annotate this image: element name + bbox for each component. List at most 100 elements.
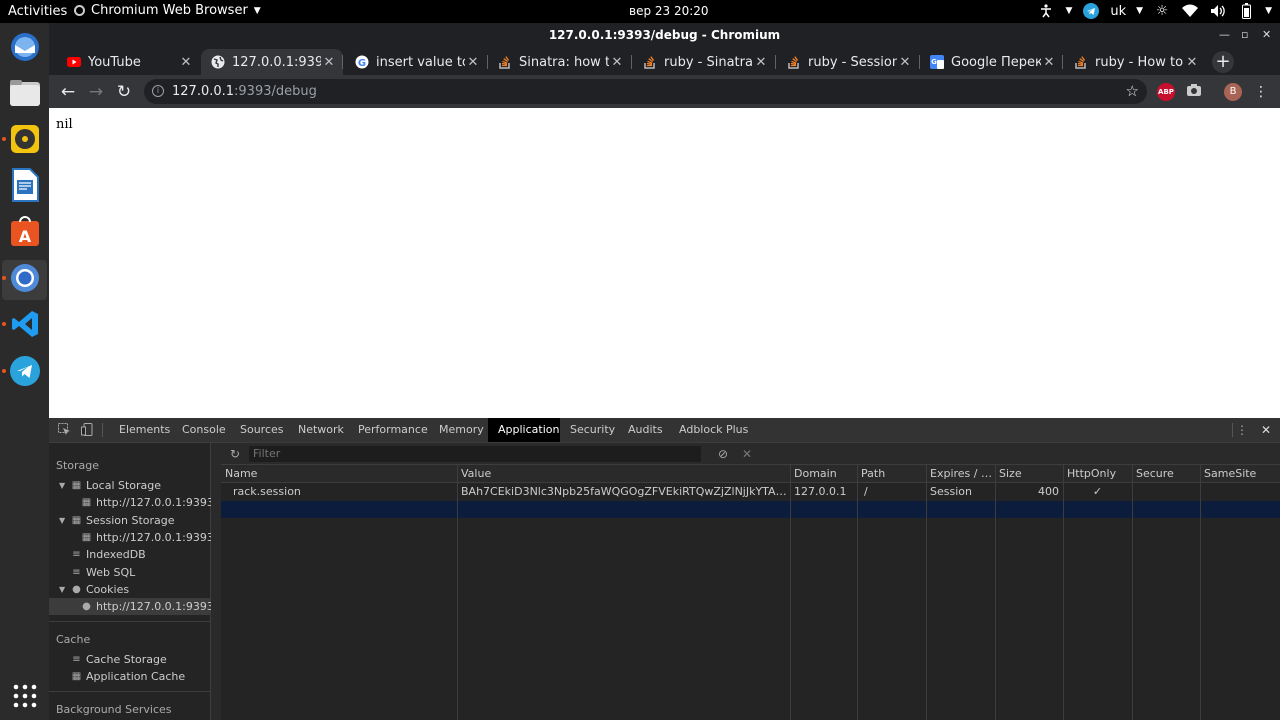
camera-icon[interactable] — [1185, 83, 1203, 101]
close-icon[interactable]: ✕ — [321, 55, 337, 70]
sidebar-item-cookies-origin[interactable]: ● http://127.0.0.1:9393 — [49, 598, 214, 615]
expand-triangle-icon[interactable]: ▼ — [59, 512, 65, 529]
tab-sinatra-how-to[interactable]: Sinatra: how to ✕ — [488, 49, 631, 75]
tab-label: ruby - Sessions — [808, 54, 897, 70]
forward-arrow-icon[interactable]: → — [85, 81, 107, 103]
brightness-icon[interactable]: ☼ — [1153, 2, 1171, 20]
inspect-element-icon[interactable] — [57, 423, 71, 437]
wifi-icon[interactable] — [1181, 2, 1199, 20]
tab-insert-value[interactable]: G insert value to ✕ — [345, 49, 487, 75]
delete-selected-icon[interactable]: ✕ — [740, 447, 754, 461]
tab-youtube[interactable]: YouTube ✕ — [57, 49, 200, 75]
back-arrow-icon[interactable]: ← — [57, 81, 79, 103]
close-icon[interactable]: ✕ — [753, 55, 769, 70]
thunderbird-icon[interactable] — [8, 30, 42, 64]
devtools-tab-sources[interactable]: Sources — [230, 418, 294, 442]
table-row-selected-empty[interactable] — [221, 501, 1280, 518]
column-header-name[interactable]: Name — [221, 465, 457, 483]
sidebar-scrollbar[interactable] — [211, 443, 221, 720]
activities-button[interactable]: Activities — [8, 4, 67, 19]
close-window-icon[interactable]: ✕ — [1262, 23, 1271, 47]
volume-icon[interactable] — [1209, 2, 1227, 20]
sidebar-item-indexeddb[interactable]: ≡ IndexedDB — [49, 546, 210, 563]
devtools-tab-adblock-plus[interactable]: Adblock Plus — [669, 418, 758, 442]
running-indicator — [2, 322, 6, 326]
libreoffice-writer-icon[interactable] — [8, 168, 42, 202]
devtools-tab-memory[interactable]: Memory — [429, 418, 494, 442]
devtools-tab-security[interactable]: Security — [560, 418, 625, 442]
svg-text:A: A — [19, 227, 32, 246]
telegram-icon[interactable] — [8, 354, 42, 388]
refresh-icon[interactable]: ↻ — [228, 447, 242, 461]
clear-all-icon[interactable]: ⊘ — [716, 447, 730, 461]
column-header-value[interactable]: Value — [457, 465, 790, 483]
tab-ruby-sinatra[interactable]: ruby - Sinatra c ✕ — [633, 49, 775, 75]
info-icon[interactable]: i — [152, 85, 164, 97]
adblock-plus-icon[interactable]: ABP — [1157, 83, 1175, 101]
column-header-size[interactable]: Size — [995, 465, 1063, 483]
minimize-icon[interactable]: — — [1219, 23, 1230, 47]
devtools-tab-application[interactable]: Application — [488, 418, 560, 442]
tab-ruby-sessions[interactable]: ruby - Sessions ✕ — [777, 49, 919, 75]
window-titlebar[interactable]: 127.0.0.1:9393/debug - Chromium — ▫ ✕ — [49, 23, 1280, 47]
files-icon[interactable] — [8, 76, 42, 110]
bookmark-star-icon[interactable]: ☆ — [1126, 79, 1139, 104]
battery-icon[interactable] — [1237, 2, 1255, 20]
clock[interactable]: вер 23 20:20 — [629, 4, 709, 18]
device-toolbar-icon[interactable] — [80, 423, 94, 437]
close-icon[interactable]: ✕ — [465, 55, 481, 70]
sidebar-item-websql[interactable]: ≡ Web SQL — [49, 564, 210, 581]
keyboard-layout[interactable]: uk — [1110, 4, 1126, 19]
column-header-samesite[interactable]: SameSite — [1200, 465, 1280, 483]
close-icon[interactable]: ✕ — [609, 55, 625, 70]
column-header-expires[interactable]: Expires / M... — [926, 465, 995, 483]
table-row[interactable]: rack.session BAh7CEkiD3Nlc3Npb25faWQGOgZ… — [221, 483, 1280, 500]
sidebar-item-session-storage-origin[interactable]: ▦ http://127.0.0.1:9393 — [49, 529, 214, 546]
devtools-tab-elements[interactable]: Elements — [109, 418, 180, 442]
column-divider — [995, 465, 996, 720]
devtools-menu-dots-icon[interactable]: ⋮ — [1235, 423, 1249, 437]
tab-debug[interactable]: 127.0.0.1:9393 ✕ — [201, 49, 343, 75]
expand-triangle-icon[interactable]: ▼ — [59, 477, 65, 494]
reload-icon[interactable]: ↻ — [113, 81, 135, 103]
app-menu[interactable]: Chromium Web Browser ▼ — [74, 3, 261, 18]
telegram-tray-icon[interactable] — [1082, 2, 1100, 20]
sidebar-item-session-storage[interactable]: ▼ ▦ Session Storage — [49, 512, 210, 529]
tab-google-translate[interactable]: G Google Перек ✕ — [920, 49, 1063, 75]
filter-input[interactable] — [249, 446, 701, 462]
ubuntu-software-icon[interactable]: A — [8, 214, 42, 248]
rhythmbox-icon[interactable] — [8, 122, 42, 156]
column-header-httponly[interactable]: HttpOnly — [1063, 465, 1132, 483]
sidebar-item-cache-storage[interactable]: ≡ Cache Storage — [49, 651, 210, 668]
chromium-icon[interactable] — [8, 261, 42, 295]
accessibility-icon[interactable] — [1037, 2, 1055, 20]
devtools-tab-network[interactable]: Network — [288, 418, 354, 442]
close-icon[interactable]: ✕ — [897, 55, 913, 70]
close-devtools-icon[interactable]: ✕ — [1259, 423, 1273, 437]
close-icon[interactable]: ✕ — [1041, 55, 1057, 70]
running-indicator — [2, 276, 6, 280]
show-applications-icon[interactable] — [8, 679, 42, 713]
vscode-icon[interactable] — [8, 307, 42, 341]
storage-grid-icon: ▦ — [71, 671, 82, 682]
devtools-tab-audits[interactable]: Audits — [618, 418, 673, 442]
sidebar-item-local-storage[interactable]: ▼ ▦ Local Storage — [49, 477, 210, 494]
address-bar[interactable]: i 127.0.0.1:9393/debug ☆ — [144, 79, 1147, 104]
sidebar-item-application-cache[interactable]: ▦ Application Cache — [49, 668, 210, 685]
maximize-icon[interactable]: ▫ — [1241, 23, 1248, 47]
column-header-path[interactable]: Path — [857, 465, 926, 483]
tab-ruby-how-to[interactable]: ruby - How to u ✕ — [1064, 49, 1206, 75]
devtools-tab-console[interactable]: Console — [172, 418, 236, 442]
sidebar-item-cookies[interactable]: ▼ ● Cookies — [49, 581, 210, 598]
devtools-tab-performance[interactable]: Performance — [348, 418, 438, 442]
close-icon[interactable]: ✕ — [1184, 55, 1200, 70]
menu-dots-icon[interactable]: ⋮ — [1250, 81, 1272, 103]
expand-triangle-icon[interactable]: ▼ — [59, 581, 65, 598]
close-icon[interactable]: ✕ — [178, 55, 194, 70]
tab-separator — [1062, 55, 1063, 69]
column-header-domain[interactable]: Domain — [790, 465, 857, 483]
column-header-secure[interactable]: Secure — [1132, 465, 1200, 483]
new-tab-button[interactable]: + — [1212, 51, 1234, 73]
profile-avatar[interactable]: B — [1224, 83, 1242, 101]
sidebar-item-local-storage-origin[interactable]: ▦ http://127.0.0.1:9393 — [49, 494, 214, 511]
